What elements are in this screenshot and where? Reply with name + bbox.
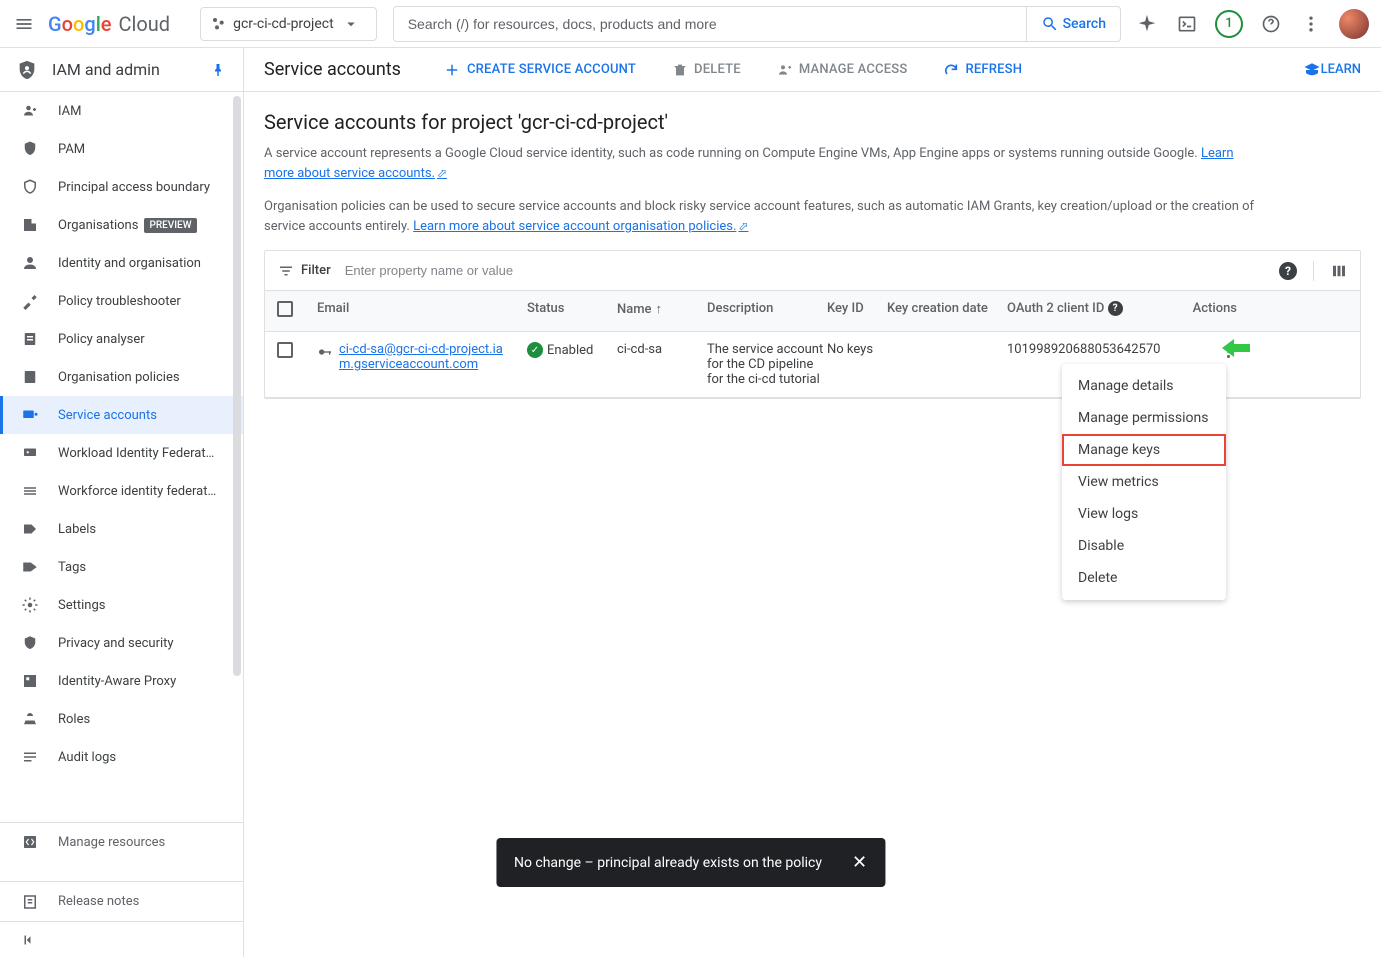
pin-icon[interactable]	[209, 61, 227, 79]
status-enabled: ✓Enabled	[527, 342, 617, 358]
search-bar: Search	[393, 6, 1121, 42]
oauth-help-icon[interactable]: ?	[1108, 301, 1123, 316]
row-checkbox[interactable]	[277, 342, 293, 358]
sidebar-item-workforce-identity[interactable]: Workforce identity federat…	[0, 472, 243, 510]
filter-input[interactable]	[343, 262, 1279, 279]
desc-1: A service account represents a Google Cl…	[264, 144, 1264, 183]
sidebar-item-pam[interactable]: PAM	[0, 130, 243, 168]
sidebar-item-org-policies[interactable]: Organisation policies	[0, 358, 243, 396]
sidebar-item-iam[interactable]: IAM	[0, 92, 243, 130]
gemini-icon[interactable]	[1135, 12, 1159, 36]
manage-access-button[interactable]: Manage access	[767, 56, 918, 84]
delete-button[interactable]: Delete	[662, 56, 751, 84]
dd-disable[interactable]: Disable	[1062, 530, 1226, 562]
columns-icon[interactable]	[1330, 262, 1348, 280]
sidebar-item-labels[interactable]: Labels	[0, 510, 243, 548]
row-description: The service account for the CD pipeline …	[707, 342, 827, 387]
create-service-account-button[interactable]: Create service account	[433, 55, 646, 85]
sidebar-item-policy-analyser[interactable]: Policy analyser	[0, 320, 243, 358]
row-keyid: No keys	[827, 342, 887, 357]
sidebar: IAM and admin IAM PAM Principal access b…	[0, 48, 244, 957]
sidebar-item-identity-org[interactable]: Identity and organisation	[0, 244, 243, 282]
learn-more-org-link[interactable]: Learn more about service account organis…	[413, 219, 748, 234]
dd-manage-details[interactable]: Manage details	[1062, 370, 1226, 402]
top-bar: Google Cloud gcr-ci-cd-project Search 1	[0, 0, 1381, 48]
preview-badge: PREVIEW	[144, 218, 196, 233]
check-circle-icon: ✓	[527, 342, 543, 358]
sidebar-header: IAM and admin	[0, 48, 243, 92]
sidebar-item-manage-resources[interactable]: Manage resources	[0, 823, 243, 861]
avatar[interactable]	[1339, 9, 1369, 39]
chevron-down-icon	[342, 15, 360, 33]
filter-row: Filter ?	[265, 251, 1360, 291]
sidebar-release-notes[interactable]: Release notes	[0, 881, 243, 921]
dd-manage-permissions[interactable]: Manage permissions	[1062, 402, 1226, 434]
search-icon	[1041, 15, 1059, 33]
dd-view-logs[interactable]: View logs	[1062, 498, 1226, 530]
sidebar-item-organisations[interactable]: OrganisationsPREVIEW	[0, 206, 243, 244]
sidebar-item-iap[interactable]: Identity-Aware Proxy	[0, 662, 243, 700]
collapse-sidebar-button[interactable]	[0, 921, 243, 957]
table-header: Email Status Name↑ Description Key ID Ke…	[265, 291, 1360, 332]
search-button[interactable]: Search	[1026, 7, 1120, 41]
toast-message: No change – principal already exists on …	[514, 855, 822, 871]
google-cloud-logo[interactable]: Google Cloud	[48, 12, 170, 36]
project-name: gcr-ci-cd-project	[233, 16, 334, 32]
sidebar-item-audit-logs[interactable]: Audit logs	[0, 738, 243, 776]
select-all-checkbox[interactable]	[277, 301, 293, 317]
filter-label: Filter	[301, 263, 331, 278]
key-icon	[317, 344, 333, 364]
row-oauth: 101998920688053642570	[1007, 342, 1177, 357]
sidebar-item-privacy[interactable]: Privacy and security	[0, 624, 243, 662]
learn-icon	[1303, 61, 1321, 79]
learn-button[interactable]: Learn	[1303, 61, 1361, 79]
annotation-arrow	[1222, 338, 1250, 362]
filter-help-icon[interactable]: ?	[1279, 262, 1297, 280]
sidebar-item-policy-troubleshooter[interactable]: Policy troubleshooter	[0, 282, 243, 320]
sidebar-item-principal-access[interactable]: Principal access boundary	[0, 168, 243, 206]
project-picker[interactable]: gcr-ci-cd-project	[200, 7, 377, 41]
dd-delete[interactable]: Delete	[1062, 562, 1226, 594]
notifications-badge[interactable]: 1	[1215, 10, 1243, 38]
desc-2: Organisation policies can be used to sec…	[264, 197, 1264, 236]
row-actions-dropdown: Manage details Manage permissions Manage…	[1062, 364, 1226, 600]
more-icon[interactable]	[1299, 12, 1323, 36]
sidebar-item-tags[interactable]: Tags	[0, 548, 243, 586]
page-header: Service accounts Create service account …	[244, 48, 1381, 92]
main-menu-icon[interactable]	[12, 12, 36, 36]
toast: No change – principal already exists on …	[496, 838, 885, 887]
help-icon[interactable]	[1259, 12, 1283, 36]
page-title: Service accounts	[264, 59, 401, 80]
refresh-button[interactable]: Refresh	[933, 56, 1032, 84]
sidebar-title: IAM and admin	[52, 60, 160, 79]
sidebar-item-service-accounts[interactable]: Service accounts	[0, 396, 243, 434]
search-input[interactable]	[394, 7, 1026, 41]
cloud-shell-icon[interactable]	[1175, 12, 1199, 36]
sidebar-item-roles[interactable]: Roles	[0, 700, 243, 738]
sort-asc-icon: ↑	[656, 302, 663, 317]
heading: Service accounts for project 'gcr-ci-cd-…	[264, 110, 1361, 134]
service-account-email-link[interactable]: ci-cd-sa@gcr-ci-cd-project.iam.gservicea…	[317, 342, 517, 372]
sidebar-item-settings[interactable]: Settings	[0, 586, 243, 624]
toast-close-button[interactable]: ✕	[852, 852, 867, 873]
row-name: ci-cd-sa	[617, 342, 707, 357]
dd-view-metrics[interactable]: View metrics	[1062, 466, 1226, 498]
sidebar-scrollbar[interactable]	[233, 96, 241, 676]
sidebar-item-workload-identity[interactable]: Workload Identity Federat…	[0, 434, 243, 472]
shield-icon	[16, 59, 38, 81]
header-right: 1	[1135, 9, 1369, 39]
dd-manage-keys[interactable]: Manage keys	[1062, 434, 1226, 466]
filter-icon	[277, 262, 295, 280]
